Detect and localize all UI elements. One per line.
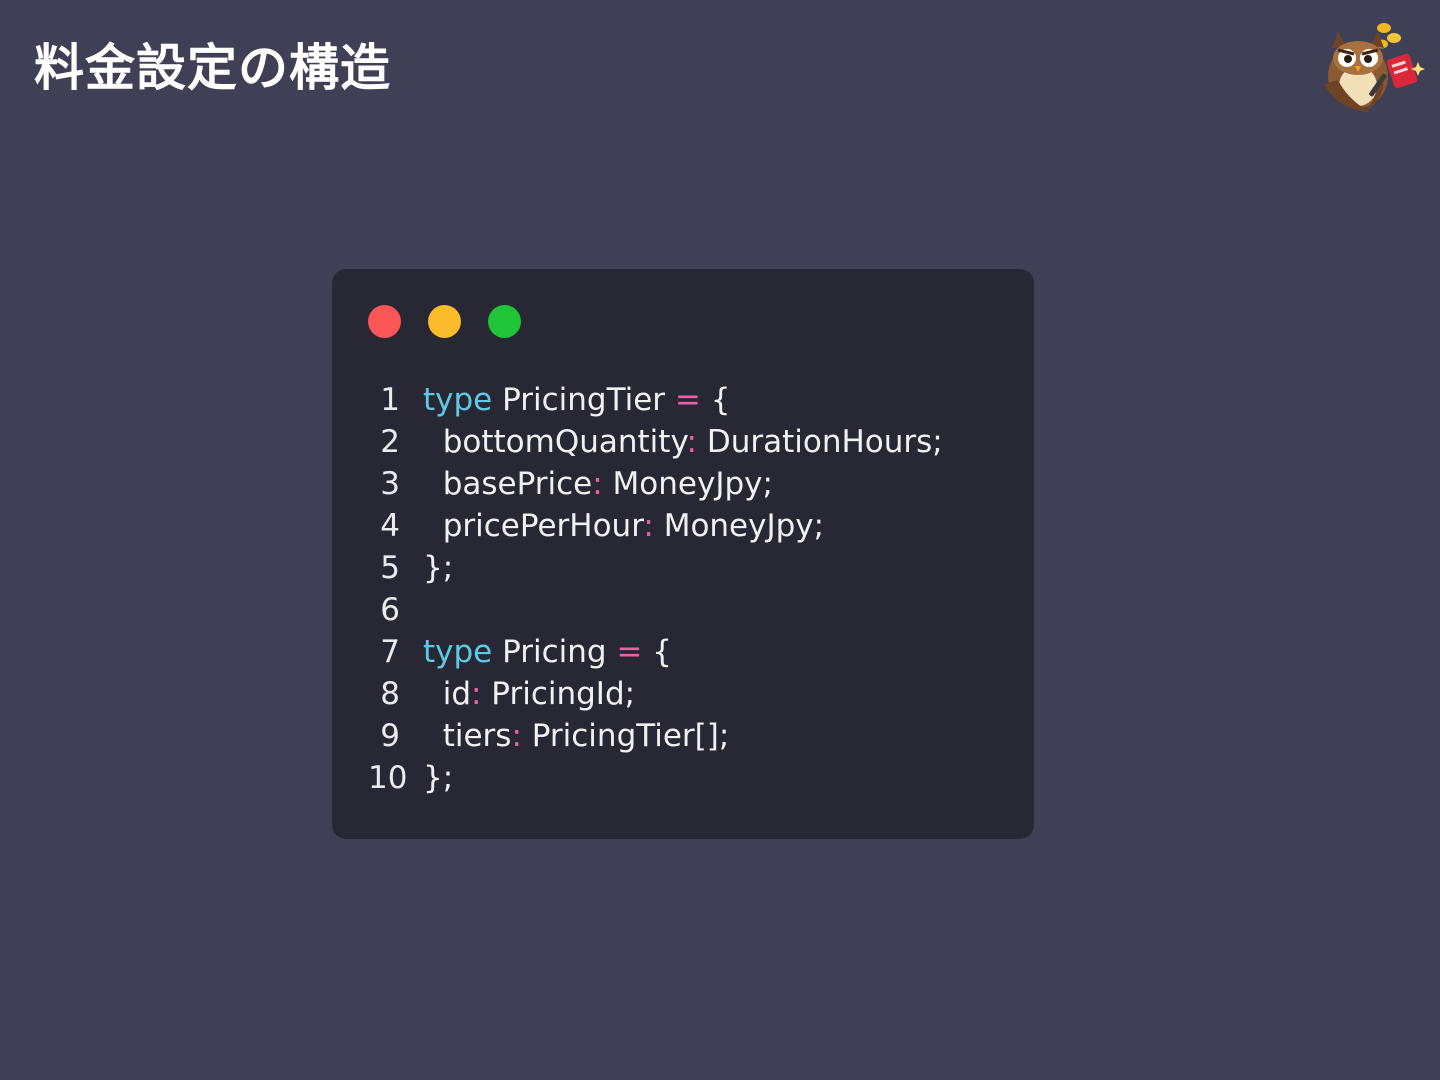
code-text: }; (423, 757, 453, 799)
maximize-dot-icon (488, 305, 521, 338)
line-number: 2 (380, 424, 400, 460)
line-number: 1 (380, 382, 400, 418)
close-dot-icon (368, 305, 401, 338)
code-token: MoneyJpy; (602, 466, 773, 502)
code-window: 1 type PricingTier = {2 bottomQuantity: D… (332, 269, 1034, 839)
code-operator: : (643, 508, 654, 544)
line-number: 3 (380, 466, 400, 502)
line-number: 6 (380, 592, 400, 628)
line-number: 8 (380, 676, 400, 712)
code-token: { (700, 382, 731, 418)
code-line: 5}; (368, 547, 943, 589)
code-line: 8 id: PricingId; (368, 673, 943, 715)
code-line: 6 (368, 589, 943, 631)
code-token: basePrice (423, 466, 593, 502)
code-text: }; (423, 547, 453, 589)
code-token: DurationHours; (696, 424, 943, 460)
code-keyword: type (423, 634, 493, 670)
line-number: 5 (380, 550, 400, 586)
code-token: MoneyJpy; (653, 508, 825, 544)
code-token: bottomQuantity (423, 424, 687, 460)
code-line: 1 type PricingTier = { (368, 379, 943, 421)
code-token: }; (423, 550, 454, 586)
code-text: type PricingTier = { (423, 379, 730, 421)
code-operator: : (511, 718, 522, 754)
code-text: bottomQuantity: DurationHours; (423, 421, 943, 463)
code-text: type Pricing = { (423, 631, 672, 673)
code-line: 7 type Pricing = { (368, 631, 943, 673)
code-line: 3 basePrice: MoneyJpy; (368, 463, 943, 505)
code-line: 2 bottomQuantity: DurationHours; (368, 421, 943, 463)
line-number: 10 (368, 760, 408, 796)
code-token: tiers (423, 718, 512, 754)
code-operator: : (686, 424, 697, 460)
code-token: id (423, 676, 471, 712)
code-token: Pricing (492, 634, 617, 670)
code-operator: : (592, 466, 603, 502)
code-block: 1 type PricingTier = {2 bottomQuantity: D… (368, 379, 943, 799)
line-number: 7 (380, 634, 400, 670)
line-number: 4 (380, 508, 400, 544)
window-controls (368, 305, 521, 338)
minimize-dot-icon (428, 305, 461, 338)
owl-mascot-icon (1324, 23, 1425, 112)
code-text: pricePerHour: MoneyJpy; (423, 505, 824, 547)
slide-title: 料金設定の構造 (34, 39, 391, 97)
code-operator: = (674, 382, 701, 418)
code-text: tiers: PricingTier[]; (423, 715, 730, 757)
code-line: 10}; (368, 757, 943, 799)
code-token: pricePerHour (423, 508, 644, 544)
code-token: PricingTier[]; (521, 718, 730, 754)
code-token: PricingId; (481, 676, 636, 712)
code-operator: = (616, 634, 643, 670)
code-line: 9 tiers: PricingTier[]; (368, 715, 943, 757)
code-operator: : (471, 676, 482, 712)
code-line: 4 pricePerHour: MoneyJpy; (368, 505, 943, 547)
line-number: 9 (380, 718, 400, 754)
code-text: basePrice: MoneyJpy; (423, 463, 773, 505)
code-text: id: PricingId; (423, 673, 635, 715)
code-token: { (642, 634, 673, 670)
code-token: }; (423, 760, 454, 796)
code-keyword: type (423, 382, 493, 418)
code-token: PricingTier (492, 382, 675, 418)
